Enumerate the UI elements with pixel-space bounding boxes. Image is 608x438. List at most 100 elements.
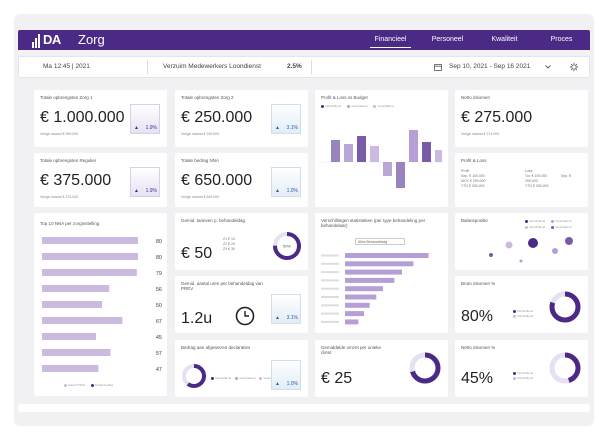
afgewezen-card: Bedrag aan afgewezen declaraties Verschi…	[175, 340, 308, 397]
tarief-donut: 50%	[273, 232, 301, 260]
chart-bar	[345, 294, 377, 300]
divider	[147, 60, 148, 74]
card-title: Netto inkomen	[461, 95, 491, 100]
card-title: Profit & Loss vs Budget	[321, 95, 368, 100]
chart-bar	[357, 136, 366, 162]
bottom-scroll-area[interactable]	[18, 404, 590, 412]
kpi-subtext: Vorige maand € 249.000	[181, 132, 220, 136]
chart-bar	[345, 286, 383, 292]
card-title: Bedrag aan afgewezen declaraties	[181, 345, 251, 350]
delta-value: 1.9%	[145, 188, 157, 194]
kpi-value: 45%	[461, 370, 494, 387]
arrow-up-icon: ▲	[134, 188, 139, 194]
kpi-value: € 375.000	[40, 172, 112, 189]
chevron-down-icon[interactable]	[545, 65, 551, 69]
row-label-placeholder	[321, 287, 339, 290]
absence-label: Verzuim Medewerkers Loondienst	[163, 63, 261, 70]
chart-bar	[42, 301, 102, 308]
clock-icon	[235, 306, 255, 326]
data-label: 47	[156, 367, 162, 373]
verschillingen-bar-chart	[321, 253, 429, 325]
kpi-card-netto: Netto inkomen € 275.000 Vorige maand € 2…	[455, 90, 588, 147]
chart-bar	[370, 146, 379, 162]
tab-kwaliteit[interactable]: Kwaliteit	[476, 30, 533, 50]
chart-bar	[383, 162, 392, 176]
chart-bar	[345, 261, 414, 267]
kpi-value: 80%	[461, 308, 494, 325]
legend-item: Totaal bedrag	[90, 383, 113, 387]
uren-card: Gemid. aantal uren per behandeldag van P…	[175, 276, 308, 333]
chart-bar	[345, 302, 370, 308]
chart-legend: Verschillend Verschillend Verschillend V…	[525, 219, 585, 229]
kpi-subtext: Vorige maand € 374.000	[40, 195, 79, 199]
arrow-up-icon: ▲	[134, 125, 139, 131]
bruto-inkomen-card: Bruto inkomen % 80% Verschillend Verschi…	[455, 276, 588, 333]
date-range[interactable]: Sep 10, 2021 - Sep 16 2021	[449, 57, 530, 77]
filter-bar: Ma 12:45 | 2021 Verzuim Medewerkers Loon…	[18, 56, 590, 78]
data-label: 50	[156, 303, 162, 309]
delta-value: 1.0%	[286, 381, 298, 387]
tarief-card: Gemid. tarieven p. behandeldag € 50 Z1 €…	[175, 213, 308, 270]
kpi-value: € 50	[181, 245, 213, 262]
omzet-donut	[409, 352, 441, 384]
chart-legend: Verschillend Verschillend Verschillend	[321, 104, 394, 108]
row-label-placeholder	[321, 254, 339, 257]
chart-bar	[42, 269, 137, 276]
legend-item: Verschillend	[347, 104, 367, 108]
card-title: Bruto inkomen %	[461, 281, 496, 286]
current-date: Ma 12:45 | 2021	[43, 63, 90, 70]
calendar-icon	[434, 64, 442, 71]
row-label-placeholder	[321, 271, 339, 274]
kpi-subtext: Vorige maand € 999.000	[40, 132, 79, 136]
absence-value: 2.5%	[287, 63, 302, 70]
chart-bar	[409, 130, 418, 162]
legend-item: Verschillend	[513, 314, 533, 318]
delta-value: 1.0%	[286, 188, 298, 194]
tab-proces[interactable]: Proces	[533, 30, 590, 50]
kpi-subtext: Vorige maand € 274.000	[461, 132, 500, 136]
delta-badge: ▲ 1.0%	[271, 360, 301, 390]
bubble	[552, 248, 558, 254]
chart-bar	[345, 319, 359, 325]
verschillingen-card: Verschillingen statistieken (per type be…	[315, 213, 448, 333]
bubble-chart	[489, 237, 573, 263]
kpi-value: € 275.000	[461, 109, 533, 126]
chart-bar	[42, 365, 99, 372]
tab-financieel[interactable]: Financieel	[362, 30, 419, 50]
chart-bar	[435, 150, 442, 162]
divider	[311, 60, 312, 74]
chart-bar	[422, 142, 431, 162]
bubble	[519, 259, 523, 263]
bubble	[505, 241, 513, 249]
delta-badge: ▲ 3.1%	[271, 294, 301, 324]
card-title: Balanspositie	[461, 218, 488, 223]
row-label-placeholder	[321, 304, 339, 307]
chart-legend: Verschillend Verschillend Verschillend	[211, 376, 280, 380]
legend-item: Aantal ITWS	[64, 383, 85, 387]
chart-bar	[42, 317, 123, 324]
profit-loss-budget-card: Profit & Loss vs Budget Verschillend Ver…	[315, 90, 448, 207]
kpi-value: € 650.000	[181, 172, 253, 189]
data-label: 80	[156, 255, 162, 261]
legend-item: Verschillend	[525, 219, 545, 223]
delta-badge: ▲ 1.9%	[130, 104, 160, 134]
omzet-client-card: Gemiddelde omzet per unieke cliënt € 25	[315, 340, 448, 397]
data-label: 56	[156, 287, 162, 293]
behandeldag-dropdown[interactable]: Alles Behandeldag	[355, 238, 405, 245]
settings-icon[interactable]	[569, 62, 579, 72]
chart-bar	[345, 253, 429, 258]
chart-bar	[42, 349, 111, 356]
bruto-donut	[549, 291, 581, 323]
chart-bar	[42, 253, 138, 260]
tarief-mini-table: Z1 € 10 Z2 € 20 Z3 € 30	[223, 237, 235, 252]
card-title: Top 10 NNA per zorginstelling	[40, 221, 100, 226]
tab-personeel[interactable]: Personeel	[419, 30, 476, 50]
legend-item: Verschillend	[513, 309, 533, 313]
kpi-value: € 25	[321, 370, 353, 387]
data-label: 79	[156, 271, 162, 277]
chart-bar	[396, 162, 405, 188]
kpi-value: € 1.000.000	[40, 109, 125, 126]
arrow-up-icon: ▲	[275, 315, 280, 321]
bubble	[528, 238, 538, 248]
kpi-value: 1.2u	[181, 310, 213, 327]
